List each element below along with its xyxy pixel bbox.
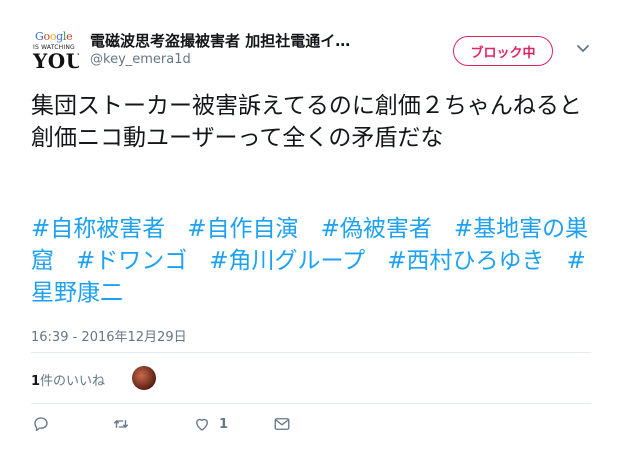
divider [31,352,591,353]
liker-avatar[interactable] [132,366,156,390]
tweet-text: 集団ストーカー被害訴えてるのに創価２ちゃんねると創価ニコ動ユーザーって全くの矛盾… [31,93,582,151]
reply-icon [34,417,48,432]
hashtag-link[interactable]: #偽被害者 [321,216,432,242]
retweet-icon [113,420,129,428]
blocked-button[interactable]: ブロック中 [453,36,553,66]
tweet-timestamp[interactable]: 16:39 - 2016年12月29日 [31,326,187,345]
like-button[interactable]: 1 [193,414,228,434]
user-handle[interactable]: @key_emera1d [90,52,191,67]
profile-avatar[interactable]: Google IS WATCHING YOU [31,26,79,74]
hashtag-link[interactable]: #自称被害者 [31,216,165,242]
display-name[interactable]: 電磁波思考盗撮被害者 加担社電通イ… [90,30,350,51]
divider [31,403,591,404]
avatar-you-text: YOU [33,49,79,73]
hashtag-link[interactable]: #ドワンゴ [76,248,187,274]
hashtag-link[interactable]: #西村ひろゆき [387,248,544,274]
hashtag-list: #自称被害者 #自作自演 #偽被害者 #基地害の巣窟 #ドワンゴ #角川グループ #西村ひろ… [31,213,596,309]
likes-count: 1 [31,374,41,389]
chevron-down-icon[interactable] [576,44,590,54]
retweet-button[interactable] [112,414,130,434]
direct-message-button[interactable] [273,414,291,434]
reply-button[interactable] [32,414,50,434]
likes-summary[interactable]: 1件のいいね [31,370,105,389]
hashtag-link[interactable]: #角川グループ [209,248,365,274]
hashtag-link[interactable]: #自作自演 [187,216,298,242]
likes-label: 件のいいね [40,374,106,389]
like-count: 1 [219,416,229,432]
heart-icon [196,418,208,431]
envelope-icon [274,418,290,430]
google-logo: Google [35,30,73,43]
